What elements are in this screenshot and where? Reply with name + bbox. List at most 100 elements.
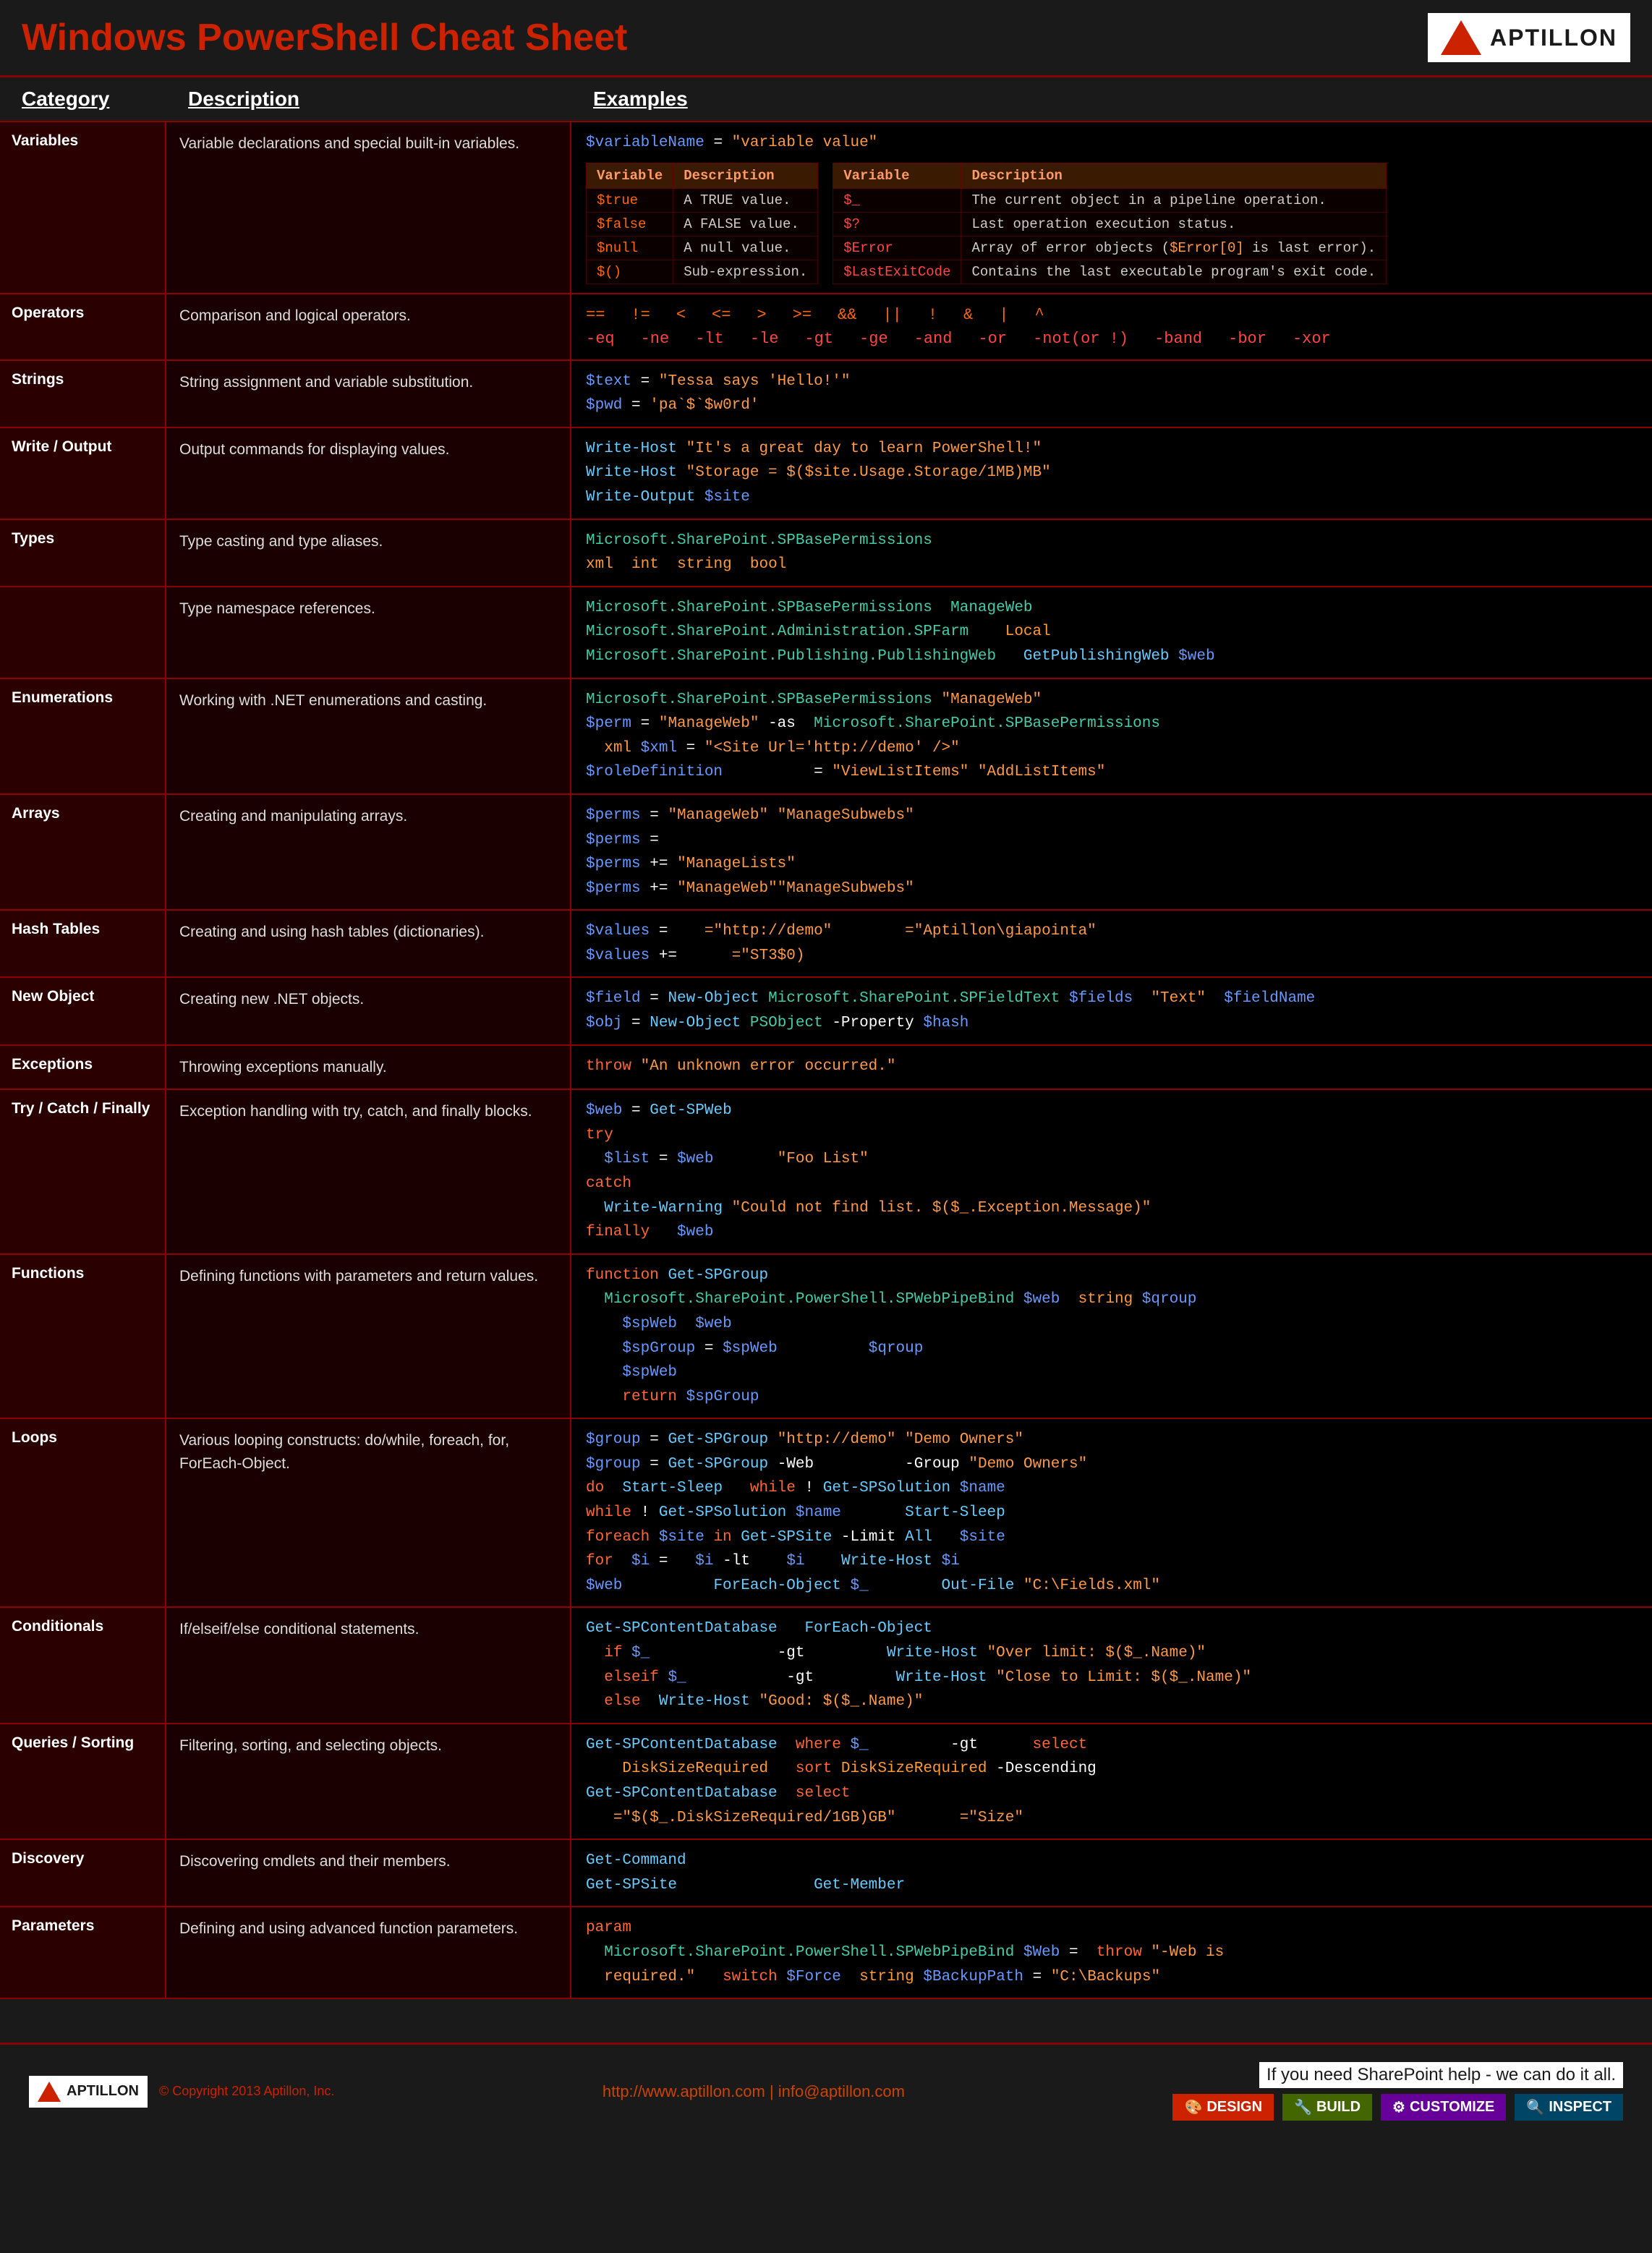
footer-copyright: © Copyright 2013 Aptillon, Inc.	[159, 2084, 334, 2099]
examples-getcommand: Get-Command Get-SPSite Get-Member	[571, 1840, 1652, 1906]
cat-newobj: New Object	[0, 978, 166, 1044]
design-icon: 🎨	[1184, 2098, 1202, 2116]
desc-params: Defining and using advanced function par…	[166, 1907, 571, 1998]
cat-strings: Strings	[0, 361, 166, 427]
badge-customize: ⚙ CUSTOMIZE	[1381, 2094, 1506, 2121]
section-operators: Operators Comparison and logical operato…	[0, 294, 1652, 361]
desc-hashtable: Creating and using hash tables (dictiona…	[166, 911, 571, 976]
page-title: Windows PowerShell Cheat Sheet	[22, 16, 627, 59]
cat-exceptions: Exceptions	[0, 1046, 166, 1089]
badge-customize-label: CUSTOMIZE	[1410, 2099, 1494, 2116]
cat-getcommand: Discovery	[0, 1840, 166, 1906]
footer-badges: 🎨 DESIGN 🔧 BUILD ⚙ CUSTOMIZE 🔍 INSPECT	[1172, 2094, 1623, 2121]
examples-params: param Microsoft.SharePoint.PowerShell.SP…	[571, 1907, 1652, 1998]
section-types1: Types Type casting and type aliases. Mic…	[0, 520, 1652, 587]
examples-hashtable: $values = ="http://demo" ="Aptillon\giap…	[571, 911, 1652, 976]
footer-left: APTILLON © Copyright 2013 Aptillon, Inc.	[29, 2076, 334, 2108]
logo-triangle-icon	[1441, 20, 1481, 55]
section-write: Write / Output Output commands for displ…	[0, 428, 1652, 520]
logo-text: APTILLON	[1490, 25, 1617, 51]
examples-operators: == != < <= > >= && || ! & | ^ -eq -ne -l…	[571, 294, 1652, 359]
desc-arrays: Creating and manipulating arrays.	[166, 795, 571, 909]
desc-loops: Various looping constructs: do/while, fo…	[166, 1419, 571, 1606]
build-icon: 🔧	[1294, 2098, 1312, 2116]
desc-newobj: Creating new .NET objects.	[166, 978, 571, 1044]
desc-types2: Type namespace references.	[166, 587, 571, 678]
section-conditionals: Conditionals If/elseif/else conditional …	[0, 1608, 1652, 1724]
var-table-1: VariableDescription $trueA TRUE value. $…	[586, 163, 818, 284]
section-loops: Loops Various looping constructs: do/whi…	[0, 1419, 1652, 1608]
section-arrays: Arrays Creating and manipulating arrays.…	[0, 795, 1652, 911]
cat-hashtable: Hash Tables	[0, 911, 166, 976]
footer-logo: APTILLON	[29, 2076, 148, 2108]
examples-newobj: $field = New-Object Microsoft.SharePoint…	[571, 978, 1652, 1044]
section-strings: Strings String assignment and variable s…	[0, 361, 1652, 428]
column-headers: Category Description Examples	[0, 77, 1652, 122]
badge-build: 🔧 BUILD	[1282, 2094, 1372, 2121]
var-table-2: VariableDescription $_The current object…	[833, 163, 1387, 284]
logo-box: APTILLON	[1428, 13, 1630, 62]
desc-exceptions: Throwing exceptions manually.	[166, 1046, 571, 1089]
cat-operators: Operators	[0, 294, 166, 359]
footer-logo-text: APTILLON	[67, 2083, 139, 2100]
section-trycatch: Try / Catch / Finally Exception handling…	[0, 1090, 1652, 1255]
footer-links: http://www.aptillon.com | info@aptillon.…	[603, 2082, 905, 2100]
desc-functions: Defining functions with parameters and r…	[166, 1255, 571, 1418]
examples-strings: $text = "Tessa says 'Hello!'" $pwd = 'pa…	[571, 361, 1652, 427]
spacer	[0, 1999, 1652, 2043]
section-hashtable: Hash Tables Creating and using hash tabl…	[0, 911, 1652, 978]
cat-types1: Types	[0, 520, 166, 586]
examples-functions: function Get-SPGroup Microsoft.SharePoin…	[571, 1255, 1652, 1418]
col-description: Description	[188, 88, 593, 111]
section-enum: Enumerations Working with .NET enumerati…	[0, 679, 1652, 795]
footer-right: If you need SharePoint help - we can do …	[1172, 2062, 1623, 2121]
inspect-icon: 🔍	[1526, 2098, 1544, 2116]
examples-conditionals: Get-SPContentDatabase ForEach-Object if …	[571, 1608, 1652, 1722]
desc-variables: Variable declarations and special built-…	[166, 122, 571, 293]
desc-conditionals: If/elseif/else conditional statements.	[166, 1608, 571, 1722]
footer: APTILLON © Copyright 2013 Aptillon, Inc.…	[0, 2043, 1652, 2138]
section-types2: Type namespace references. Microsoft.Sha…	[0, 587, 1652, 679]
cat-write: Write / Output	[0, 428, 166, 519]
footer-center: http://www.aptillon.com | info@aptillon.…	[603, 2082, 905, 2101]
examples-types2: Microsoft.SharePoint.SPBasePermissions M…	[571, 587, 1652, 678]
examples-write: Write-Host "It's a great day to learn Po…	[571, 428, 1652, 519]
cat-trycatch: Try / Catch / Finally	[0, 1090, 166, 1253]
cat-loops: Loops	[0, 1419, 166, 1606]
footer-logo-triangle-icon	[38, 2082, 61, 2102]
desc-trycatch: Exception handling with try, catch, and …	[166, 1090, 571, 1253]
cat-arrays: Arrays	[0, 795, 166, 909]
customize-icon: ⚙	[1392, 2098, 1405, 2116]
examples-variables: $variableName = "variable value" Variabl…	[571, 122, 1652, 293]
section-params: Parameters Defining and using advanced f…	[0, 1907, 1652, 1999]
examples-exceptions: throw "An unknown error occurred."	[571, 1046, 1652, 1089]
col-category: Category	[22, 88, 188, 111]
cat-functions: Functions	[0, 1255, 166, 1418]
cat-conditionals: Conditionals	[0, 1608, 166, 1722]
cat-enum: Enumerations	[0, 679, 166, 793]
badge-inspect: 🔍 INSPECT	[1515, 2094, 1623, 2121]
desc-write: Output commands for displaying values.	[166, 428, 571, 519]
section-queries: Queries / Sorting Filtering, sorting, an…	[0, 1724, 1652, 1840]
section-functions: Functions Defining functions with parame…	[0, 1255, 1652, 1420]
desc-enum: Working with .NET enumerations and casti…	[166, 679, 571, 793]
examples-enum: Microsoft.SharePoint.SPBasePermissions "…	[571, 679, 1652, 793]
footer-tagline: If you need SharePoint help - we can do …	[1259, 2062, 1623, 2088]
desc-operators: Comparison and logical operators.	[166, 294, 571, 359]
section-exceptions: Exceptions Throwing exceptions manually.…	[0, 1046, 1652, 1091]
section-getcommand: Discovery Discovering cmdlets and their …	[0, 1840, 1652, 1907]
examples-arrays: $perms = "ManageWeb" "ManageSubwebs" $pe…	[571, 795, 1652, 909]
examples-types1: Microsoft.SharePoint.SPBasePermissions x…	[571, 520, 1652, 586]
desc-types1: Type casting and type aliases.	[166, 520, 571, 586]
desc-strings: String assignment and variable substitut…	[166, 361, 571, 427]
section-newobj: New Object Creating new .NET objects. $f…	[0, 978, 1652, 1045]
examples-loops: $group = Get-SPGroup "http://demo" "Demo…	[571, 1419, 1652, 1606]
badge-inspect-label: INSPECT	[1549, 2099, 1611, 2116]
cat-types2	[0, 587, 166, 678]
badge-design: 🎨 DESIGN	[1172, 2094, 1274, 2121]
badge-build-label: BUILD	[1316, 2099, 1361, 2116]
desc-getcommand: Discovering cmdlets and their members.	[166, 1840, 571, 1906]
examples-trycatch: $web = Get-SPWeb try $list = $web "Foo L…	[571, 1090, 1652, 1253]
desc-queries: Filtering, sorting, and selecting object…	[166, 1724, 571, 1839]
cat-params: Parameters	[0, 1907, 166, 1998]
